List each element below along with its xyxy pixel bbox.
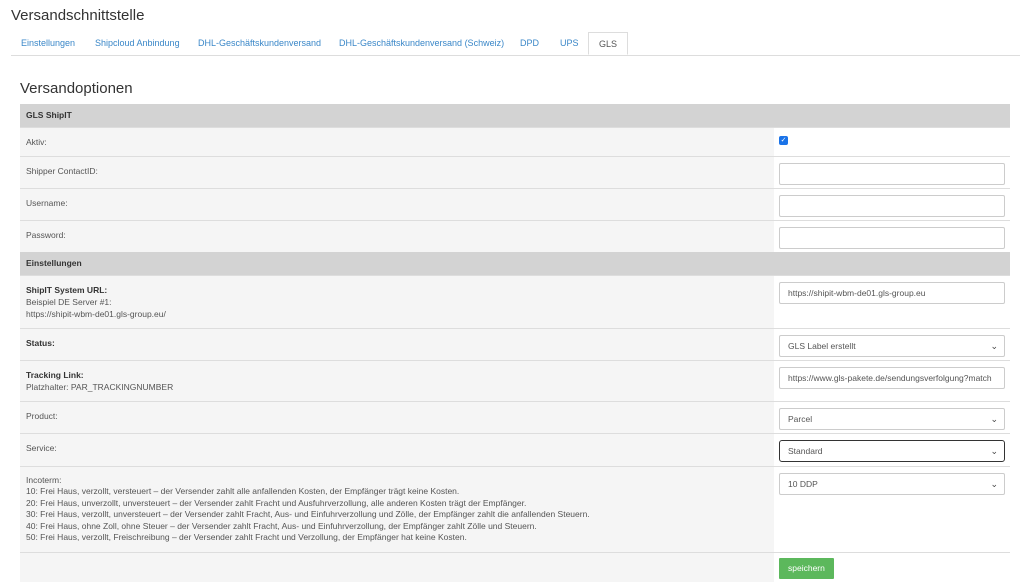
contact-label: Shipper ContactID:	[20, 155, 774, 188]
incoterm-label: Incoterm:	[26, 474, 62, 485]
tab-einstellungen[interactable]: Einstellungen	[21, 32, 75, 55]
tracking-hint: Platzhalter: PAR_TRACKINGNUMBER	[26, 381, 174, 392]
service-label: Service:	[20, 432, 774, 466]
product-label: Product:	[20, 400, 774, 433]
tab-dpd[interactable]: DPD	[520, 32, 539, 55]
tab-gls[interactable]: GLS	[588, 32, 629, 55]
settings-header: Einstellungen	[20, 252, 1010, 275]
tracking-label: Tracking Link:	[26, 369, 84, 380]
incoterm-line: 30: Frei Haus, verzollt, unversteuert – …	[26, 509, 590, 519]
incoterm-line: 10: Frei Haus, verzollt, versteuert – de…	[26, 486, 460, 496]
tab-dhl-schweiz[interactable]: DHL-Geschäftskundenversand (Schweiz)	[339, 32, 504, 55]
status-select[interactable]: GLS Label erstellt ⌄	[779, 334, 1005, 357]
chevron-down-icon: ⌄	[990, 413, 998, 424]
product-select[interactable]: Parcel ⌄	[779, 407, 1005, 430]
aktiv-checkbox[interactable]: ✓	[779, 135, 788, 145]
chevron-down-icon: ⌄	[990, 445, 998, 456]
chevron-down-icon: ⌄	[990, 478, 998, 489]
settings-table: GLS ShipIT Aktiv: ✓ Shipper ContactID: U…	[20, 104, 1010, 582]
chevron-down-icon: ⌄	[990, 340, 998, 351]
username-input[interactable]	[779, 194, 1005, 217]
tab-shipcloud[interactable]: Shipcloud Anbindung	[95, 32, 180, 55]
incoterm-line: 50: Frei Haus, verzollt, Freischreibung …	[26, 532, 467, 542]
aktiv-label: Aktiv:	[20, 126, 774, 156]
password-input[interactable]	[779, 226, 1005, 249]
incoterm-select[interactable]: 10 DDP ⌄	[779, 472, 1005, 495]
contact-id-input[interactable]	[779, 162, 1005, 185]
url-hint-2: https://shipit-wbm-de01.gls-group.eu/	[26, 308, 166, 319]
service-select[interactable]: Standard ⌄	[779, 439, 1005, 462]
status-label: Status:	[26, 337, 55, 348]
url-hint-1: Beispiel DE Server #1:	[26, 296, 112, 307]
page-title: Versandschnittstelle	[11, 7, 145, 24]
system-url-input[interactable]: https://shipit-wbm-de01.gls-group.eu	[779, 281, 1005, 304]
url-label: ShipIT System URL:	[26, 284, 108, 295]
tab-ups[interactable]: UPS	[560, 32, 579, 55]
username-label: Username:	[20, 187, 774, 220]
incoterm-line: 20: Frei Haus, unverzollt, unversteuert …	[26, 497, 527, 508]
tab-dhl[interactable]: DHL-Geschäftskundenversand	[198, 32, 321, 55]
tab-bar: Einstellungen Shipcloud Anbindung DHL-Ge…	[11, 32, 1020, 56]
save-button[interactable]: speichern	[779, 557, 834, 579]
section-title: Versandoptionen	[20, 80, 133, 97]
gls-header: GLS ShipIT	[20, 104, 1010, 127]
password-label: Password:	[20, 219, 774, 252]
tracking-link-input[interactable]: https://www.gls-pakete.de/sendungsverfol…	[779, 366, 1005, 389]
incoterm-line: 40: Frei Haus, ohne Zoll, ohne Steuer – …	[26, 520, 537, 531]
